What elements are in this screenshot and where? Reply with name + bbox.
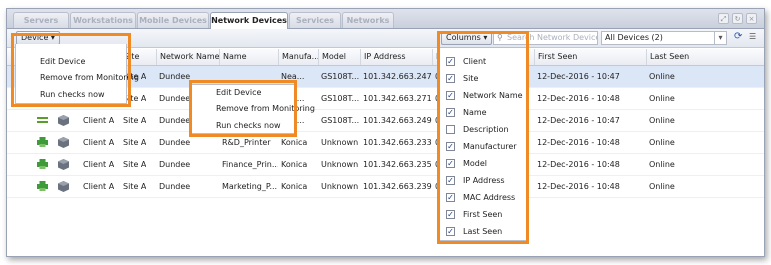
context-menu-highlight — [189, 80, 297, 137]
cell-client: Client A — [83, 160, 115, 169]
cell-first-seen: 12-Dec-2016 - 10:48 — [537, 182, 620, 191]
cell-ip-address: 101.342.663.239 — [363, 182, 432, 191]
cell-site: Site A — [123, 160, 147, 169]
column-header-name[interactable]: Name — [219, 49, 278, 65]
cell-last-seen: Online — [649, 94, 675, 103]
column-header-first-seen[interactable]: First Seen — [534, 49, 646, 65]
box-icon — [58, 115, 69, 126]
cell-ip-address: 101.342.663.247 — [363, 72, 432, 81]
printer-icon — [37, 159, 48, 169]
box-icon — [58, 137, 69, 148]
cell-site: Site A — [123, 182, 147, 191]
table-row[interactable]: Client A Site A Dundee Finance_Prin... K… — [7, 154, 764, 176]
table-row[interactable]: Client A Site A Dundee Marketing_P... Ko… — [7, 176, 764, 198]
column-header-model[interactable]: Model — [318, 49, 360, 65]
cell-manufacturer: Konica — [281, 160, 308, 169]
switch-icon — [37, 115, 48, 125]
box-icon — [58, 159, 69, 170]
cell-model: GS108T... — [321, 94, 360, 103]
cell-name: Finance_Prin... — [222, 160, 278, 169]
cell-site: Site A — [123, 116, 147, 125]
cell-network-name: Dundee — [159, 72, 191, 81]
tab-network-devices[interactable]: Network Devices — [210, 12, 288, 29]
cell-last-seen: Online — [649, 160, 675, 169]
cell-model: Unknown — [321, 160, 359, 169]
window: Servers Workstations Mobile Devices Netw… — [6, 8, 765, 257]
cell-client: Client A — [83, 182, 115, 191]
device-filter-select[interactable]: All Devices (2) ▾ — [601, 31, 727, 45]
cell-first-seen: 12-Dec-2016 - 10:48 — [537, 160, 620, 169]
cell-last-seen: Online — [649, 182, 675, 191]
cell-first-seen: 12-Dec-2016 - 10:47 — [537, 116, 620, 125]
cell-ip-address: 101.342.663.249 — [363, 116, 432, 125]
table-row[interactable]: Client A Site A Dundee R&D_Printer Konic… — [7, 132, 764, 154]
refresh-icon[interactable]: ↻ — [732, 13, 743, 24]
cell-model: GS108T... — [321, 72, 360, 81]
tab-workstations[interactable]: Workstations — [70, 12, 136, 28]
column-header-ip-address[interactable]: IP Address — [360, 49, 432, 65]
printer-icon — [37, 181, 48, 191]
cell-model: Unknown — [321, 138, 359, 147]
tab-bar: Servers Workstations Mobile Devices Netw… — [7, 9, 764, 29]
cell-site: Site A — [123, 138, 147, 147]
cell-last-seen: Online — [649, 138, 675, 147]
column-header-last-seen[interactable]: Last Seen — [646, 49, 764, 65]
cell-first-seen: 12-Dec-2016 - 10:48 — [537, 138, 620, 147]
refresh-icon[interactable]: ⟳ — [734, 31, 742, 42]
settings-icon[interactable]: ☰ — [749, 32, 756, 41]
cell-first-seen: 12-Dec-2016 - 10:47 — [537, 72, 620, 81]
cell-first-seen: 12-Dec-2016 - 10:48 — [537, 94, 620, 103]
printer-icon — [37, 137, 48, 147]
cell-model: Unknown — [321, 182, 359, 191]
cell-last-seen: Online — [649, 72, 675, 81]
cell-client: Client A — [83, 138, 115, 147]
table-row[interactable]: Client A Site A Dundee Nea... GS108T... … — [7, 110, 764, 132]
cell-name: Marketing_P... — [222, 182, 278, 191]
close-icon[interactable]: × — [746, 13, 757, 24]
device-filter-value: All Devices (2) — [605, 33, 663, 42]
cell-ip-address: 101.342.663.271 — [363, 94, 432, 103]
tab-mobile-devices[interactable]: Mobile Devices — [137, 12, 209, 28]
tab-servers[interactable]: Servers — [13, 12, 69, 28]
cell-manufacturer: Konica — [281, 182, 308, 191]
cell-model: GS108T... — [321, 116, 360, 125]
device-menu-highlight — [11, 33, 131, 107]
cell-network-name: Dundee — [159, 182, 191, 191]
box-icon — [58, 181, 69, 192]
column-header-manufacturer[interactable]: Manufa... — [278, 49, 318, 65]
column-header-network-name[interactable]: Network Name — [156, 49, 219, 65]
cell-network-name: Dundee — [159, 160, 191, 169]
cell-last-seen: Online — [649, 116, 675, 125]
cell-ip-address: 101.342.663.235 — [363, 160, 432, 169]
chevron-down-icon: ▾ — [714, 32, 726, 44]
tab-networks[interactable]: Networks — [342, 12, 394, 28]
cell-client: Client A — [83, 116, 115, 125]
cell-network-name: Dundee — [159, 116, 191, 125]
tab-services[interactable]: Services — [289, 12, 341, 28]
columns-menu-highlight — [437, 31, 529, 244]
cell-ip-address: 101.342.663.233 — [363, 138, 432, 147]
cell-network-name: Dundee — [159, 138, 191, 147]
cell-network-name: Dundee — [159, 94, 191, 103]
maximize-icon[interactable]: ⤢ — [718, 13, 729, 24]
